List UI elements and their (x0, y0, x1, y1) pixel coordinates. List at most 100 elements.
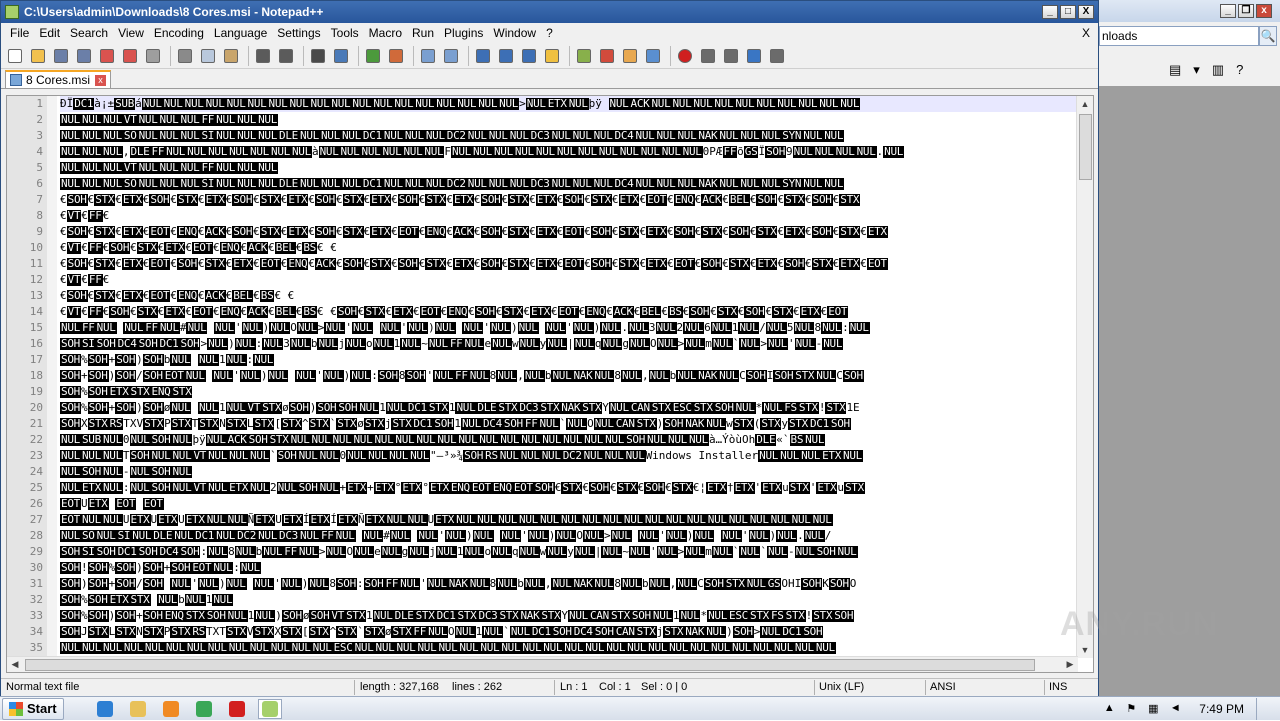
menu-macro[interactable]: Macro (364, 26, 407, 40)
tab-close-icon[interactable]: x (95, 74, 107, 86)
code-line[interactable]: €SOH€STX€ETX€EOT€ENQ€ACK€BEL€BS€ € (60, 288, 1078, 304)
chrome-icon[interactable] (192, 699, 216, 719)
tray-arrow-icon[interactable]: ▲ (1101, 702, 1117, 716)
zoom-in-icon[interactable] (363, 46, 383, 66)
scroll-right-icon[interactable]: ▶ (1062, 659, 1078, 670)
code-line[interactable]: NUL SO NUL SI NUL DLE NUL DC1 NUL DC2 NUL DC3 NUL FF N… (60, 528, 1078, 544)
record-macro-icon[interactable] (675, 46, 695, 66)
code-line[interactable]: €SOH€STX€ETX€EOT€ENQ€ACK€SOH€STX€ETX€SOH… (60, 224, 1078, 240)
bg-close-button[interactable]: x (1256, 4, 1272, 18)
code-line[interactable]: NUL SUB NUL0NUL SOH NULþÿNUL ACK SOH STX NUL NUL N… (60, 432, 1078, 448)
word-wrap-icon[interactable] (473, 46, 493, 66)
open-file-icon[interactable] (28, 46, 48, 66)
show-desktop-button[interactable] (1256, 698, 1272, 720)
find-icon[interactable] (308, 46, 328, 66)
notepadpp-icon[interactable] (257, 698, 282, 719)
bg-minimize-button[interactable]: _ (1220, 4, 1236, 18)
start-button[interactable]: Start (2, 697, 64, 720)
opera-icon[interactable] (225, 699, 249, 719)
code-line[interactable]: EOTUETX EOT EOT (60, 496, 1078, 512)
stop-macro-icon[interactable] (698, 46, 718, 66)
menu-language[interactable]: Language (209, 26, 272, 40)
code-line[interactable]: NUL NUL NUL VT NUL NUL NUL FF NUL NUL NUL (60, 112, 1078, 128)
scroll-up-icon[interactable]: ▲ (1077, 96, 1093, 112)
monitoring-icon[interactable] (643, 46, 663, 66)
sync-vertical-icon[interactable] (418, 46, 438, 66)
undo-icon[interactable] (253, 46, 273, 66)
menu-encoding[interactable]: Encoding (149, 26, 209, 40)
action-center-icon[interactable]: ⚑ (1123, 702, 1139, 716)
vertical-scroll-thumb[interactable] (1079, 114, 1092, 180)
function-list-icon[interactable] (597, 46, 617, 66)
menu-window[interactable]: Window (488, 26, 541, 40)
save-macro-icon[interactable] (767, 46, 787, 66)
menu-view[interactable]: View (113, 26, 149, 40)
code-line[interactable]: SOH%SOH ETX STX ENQ STX (60, 384, 1078, 400)
menu-file[interactable]: File (5, 26, 34, 40)
redo-icon[interactable] (276, 46, 296, 66)
horizontal-scroll-thumb[interactable] (25, 658, 1035, 671)
new-file-icon[interactable] (5, 46, 25, 66)
save-all-icon[interactable] (74, 46, 94, 66)
scroll-left-icon[interactable]: ◀ (7, 659, 23, 670)
horizontal-scrollbar[interactable]: ◀ ▶ (7, 656, 1078, 672)
menu-settings[interactable]: Settings (272, 26, 325, 40)
code-line[interactable]: NUL NUL NUL SO NUL NUL NUL SI NUL NUL NUL DLE NUL NUL… (60, 176, 1078, 192)
paste-icon[interactable] (221, 46, 241, 66)
horizontal-scroll-track[interactable] (23, 658, 1062, 672)
menu-run[interactable]: Run (407, 26, 439, 40)
code-line[interactable]: €VT€FF€SOH€STX€ETX€EOT€ENQ€ACK€BEL€BS€ € (60, 240, 1078, 256)
code-line[interactable]: NUL NUL NUL SO NUL NUL NUL SI NUL NUL NUL DLE NUL NUL… (60, 128, 1078, 144)
cut-icon[interactable] (175, 46, 195, 66)
sync-horizontal-icon[interactable] (441, 46, 461, 66)
code-line[interactable]: SOH%SOH ETX STX NULbNUL1NUL (60, 592, 1078, 608)
text-content[interactable]: ÐÏDC1à¡±SUBáNUL NUL NUL NUL NUL NUL NUL NUL NUL N… (60, 96, 1078, 658)
clock[interactable]: 7:49 PM (1199, 702, 1244, 716)
media-player-icon[interactable] (159, 699, 183, 719)
menu-search[interactable]: Search (65, 26, 113, 40)
close-button[interactable]: X (1078, 5, 1094, 19)
code-line[interactable]: ÐÏDC1à¡±SUBáNUL NUL NUL NUL NUL NUL NUL NUL NUL N… (60, 96, 1078, 112)
code-line[interactable]: SOHXSTX RSTXVSTXPSTXTSTXNSTXLSTX[STX^STX`… (60, 416, 1078, 432)
tab-8-cores-msi[interactable]: 8 Cores.msi x (5, 70, 112, 88)
code-line[interactable]: €SOH€STX€ETX€SOH€STX€ETX€SOH€STX€ETX€SOH… (60, 192, 1078, 208)
maximize-button[interactable]: □ (1060, 5, 1076, 19)
vertical-scrollbar[interactable]: ▲ ▼ (1076, 96, 1093, 658)
scroll-down-icon[interactable]: ▼ (1077, 642, 1093, 658)
search-icon[interactable]: 🔍 (1259, 26, 1277, 46)
code-line[interactable]: NUL FF NUL NUL FF NUL#NUL NUL'NUL)NULONUL>NU… (60, 320, 1078, 336)
menu-help[interactable]: ? (541, 26, 558, 40)
doc-map-icon[interactable] (574, 46, 594, 66)
code-line[interactable]: SOH)SOH+SOH/SOH NUL'NUL)NUL NUL'NUL)NUL8… (60, 576, 1078, 592)
print-icon[interactable] (143, 46, 163, 66)
code-line[interactable]: NUL NUL NUL,DLE FF NUL NUL NUL NUL NUL NUL NULàNUL… (60, 144, 1078, 160)
address-bar[interactable]: nloads (1099, 26, 1259, 46)
editor-area[interactable]: 1 2 3 4 5 6 7 8 9 10 11 12 13 14 15 16 17 18 19 20 21 22 23 24 2… (6, 95, 1094, 673)
code-line[interactable]: €VT€FF€ (60, 272, 1078, 288)
minimize-button[interactable]: _ (1042, 5, 1058, 19)
show-all-chars-icon[interactable] (496, 46, 516, 66)
ie-icon[interactable] (93, 699, 117, 719)
code-line[interactable]: NUL NUL NULTSOH NUL NUL VT NUL NUL NUL`SOH NUL NUL… (60, 448, 1078, 464)
help-icon[interactable]: ? (1236, 62, 1243, 78)
code-line[interactable]: SOHJSTXLSTXNSTXPSTX RSTXTSTXVSTXXSTX[STX^… (60, 624, 1078, 640)
close-document-button[interactable]: X (1082, 26, 1090, 40)
code-line[interactable]: €SOH€STX€ETX€EOT€SOH€STX€ETX€EOT€ENQ€ACK… (60, 256, 1078, 272)
menu-plugins[interactable]: Plugins (439, 26, 488, 40)
volume-icon[interactable]: ◄ (1167, 702, 1183, 716)
play-macro-icon[interactable] (721, 46, 741, 66)
code-line[interactable]: SOH%SOH)SOH+SOH ENQ STX SOH NUL1NUL)SOHøSOH V… (60, 608, 1078, 624)
code-line[interactable]: SOH SI SOH DC1 SOH DC4 SOH:NUL8NULbNUL FF NUL>NU… (60, 544, 1078, 560)
code-line[interactable]: SOH!SOH%SOH)SOH+SOH EOT NUL:NUL (60, 560, 1078, 576)
code-line[interactable]: NUL SOH NUL-NUL SOH NUL (60, 464, 1078, 480)
code-line[interactable]: €VT€FF€SOH€STX€ETX€EOT€ENQ€ACK€BEL€BS€ €… (60, 304, 1078, 320)
chevron-down-icon[interactable]: ▾ (1193, 62, 1200, 78)
code-line[interactable]: NUL NUL NUL VT NUL NUL NUL FF NUL NUL NUL (60, 160, 1078, 176)
copy-icon[interactable] (198, 46, 218, 66)
code-line[interactable]: SOH%SOH+SOH)SOHøNUL NUL1NUL VT STXøSOH)SOH… (60, 400, 1078, 416)
code-line[interactable]: NUL NUL NUL NUL NUL NUL NUL NUL NUL NUL NUL NUL NUL E… (60, 640, 1078, 656)
explorer-icon[interactable] (126, 699, 150, 719)
code-line[interactable]: NUL ETX NUL:NUL SOH NUL VT NUL ETX NUL2NUL SOH NUL… (60, 480, 1078, 496)
preview-pane-icon[interactable]: ▥ (1212, 62, 1224, 78)
replace-icon[interactable] (331, 46, 351, 66)
